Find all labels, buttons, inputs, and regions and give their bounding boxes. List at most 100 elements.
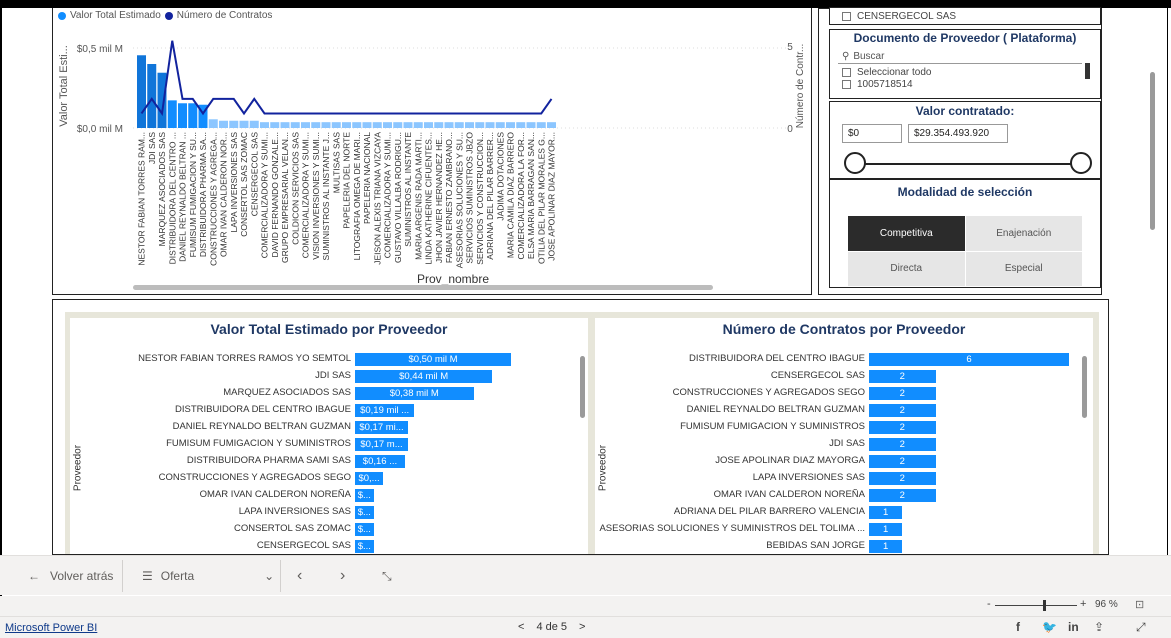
bar-4[interactable] (178, 103, 187, 128)
bar[interactable]: 2 (869, 455, 936, 468)
bar-22[interactable] (362, 122, 372, 128)
bar[interactable]: 6 (869, 353, 1069, 366)
bar-8[interactable] (219, 120, 228, 128)
bar-10[interactable] (239, 120, 249, 128)
bar-23[interactable] (372, 122, 382, 128)
bar[interactable]: 2 (869, 404, 936, 417)
bar-13[interactable] (270, 122, 280, 128)
bar-19[interactable] (331, 122, 341, 128)
max-value-input[interactable]: $29.354.493.920 (908, 124, 1008, 143)
facebook-icon[interactable]: f (1016, 620, 1020, 634)
bar-18[interactable] (321, 122, 331, 128)
bar-33[interactable] (475, 122, 485, 128)
bar[interactable]: $... (355, 506, 374, 519)
bar-16[interactable] (301, 122, 310, 128)
bar-29[interactable] (434, 122, 444, 128)
bar-9[interactable] (229, 120, 239, 128)
bar[interactable]: $... (355, 540, 374, 553)
bar[interactable]: $0,17 m... (355, 438, 409, 451)
search-input[interactable]: Buscar (853, 51, 884, 62)
zoom-in-button[interactable]: + (1080, 598, 1086, 610)
share-icon[interactable]: ⇪ (1094, 620, 1104, 634)
bar[interactable]: $0,38 mil M (355, 387, 474, 400)
bar[interactable]: $0,17 mi... (355, 421, 409, 434)
bar-27[interactable] (413, 122, 423, 128)
bar[interactable]: $0,50 mil M (355, 353, 511, 366)
bar[interactable]: $0,... (355, 472, 384, 485)
bar-15[interactable] (290, 122, 300, 128)
line-series-contratos[interactable] (140, 40, 553, 117)
bar-17[interactable] (311, 122, 321, 128)
mod-button-directa[interactable]: Directa (848, 251, 965, 286)
expand-icon[interactable]: ⤡ (382, 556, 392, 596)
chart-scrollbar[interactable] (580, 356, 585, 418)
bar-36[interactable] (506, 122, 515, 128)
zoom-slider-track[interactable] (995, 605, 1077, 606)
bar[interactable]: $... (355, 489, 374, 502)
next-page-button[interactable]: › (340, 556, 345, 596)
checkbox[interactable] (842, 67, 851, 77)
bar-40[interactable] (547, 122, 556, 128)
bar[interactable]: 2 (869, 387, 936, 400)
bar-34[interactable] (485, 122, 495, 128)
bar[interactable]: $0,44 mil M (355, 370, 493, 383)
bar-11[interactable] (249, 120, 259, 128)
prev-page-button[interactable]: ‹ (297, 556, 302, 596)
bar[interactable]: $... (355, 523, 374, 536)
bar-5[interactable] (188, 103, 198, 128)
bar-31[interactable] (454, 122, 464, 128)
min-value-input[interactable]: $0 (842, 124, 902, 143)
combo-chart-proveedores[interactable]: Valor Total Estimado Número de Contratos… (52, 8, 812, 295)
bar-7[interactable] (208, 119, 218, 128)
chart-horizontal-scrollbar[interactable] (133, 285, 713, 290)
chart-scrollbar[interactable] (1082, 356, 1087, 418)
bar-21[interactable] (352, 122, 362, 128)
bar-12[interactable] (260, 122, 269, 128)
bar-20[interactable] (342, 122, 351, 128)
mod-button-enajenacion[interactable]: Enajenación (965, 216, 1082, 251)
mod-button-especial[interactable]: Especial (965, 251, 1082, 286)
back-button[interactable]: ← Volver atrás (28, 556, 113, 596)
bar-28[interactable] (424, 122, 433, 128)
slicer-scrollbar[interactable] (1085, 63, 1090, 79)
bar[interactable]: 1 (869, 540, 903, 553)
checkbox[interactable] (842, 79, 851, 89)
bar-14[interactable] (280, 122, 290, 128)
bar-chart-contratos-por-proveedor[interactable]: Número de Contratos por Proveedor Provee… (595, 318, 1093, 554)
slicer-search[interactable]: ⚲ Buscar (830, 49, 1100, 63)
bar-39[interactable] (536, 122, 546, 128)
slicer-item-censergecol[interactable]: CENSERGECOL SAS (830, 10, 1100, 22)
bar[interactable]: 2 (869, 421, 936, 434)
bar-0[interactable] (137, 55, 146, 128)
bar[interactable]: $0,19 mil ... (355, 404, 415, 417)
bar[interactable]: 1 (869, 523, 903, 536)
bar[interactable]: 2 (869, 370, 936, 383)
bar-30[interactable] (444, 122, 454, 128)
bar-37[interactable] (516, 122, 526, 128)
bar[interactable]: 2 (869, 472, 936, 485)
bar-2[interactable] (157, 72, 167, 128)
range-slider-min-handle[interactable] (844, 152, 866, 174)
slicer-select-all[interactable]: Seleccionar todo (830, 66, 1100, 78)
bar-38[interactable] (526, 122, 536, 128)
pager-next-button[interactable]: > (579, 621, 585, 633)
zoom-slider-handle[interactable] (1043, 600, 1046, 611)
bar-25[interactable] (393, 122, 403, 128)
range-slider-track[interactable] (858, 163, 1088, 165)
bar[interactable]: 2 (869, 489, 936, 502)
bar[interactable]: 1 (869, 506, 903, 519)
bar-26[interactable] (403, 122, 413, 128)
fullscreen-icon[interactable]: ⤢ (1136, 620, 1146, 635)
bar-chart-valor-por-proveedor[interactable]: Valor Total Estimado por Proveedor Prove… (70, 318, 588, 554)
linkedin-icon[interactable]: in (1068, 620, 1079, 634)
slicer-item-doc[interactable]: 1005718514 (830, 78, 1100, 90)
bar-1[interactable] (147, 64, 157, 128)
mod-button-competitiva[interactable]: Competitiva (848, 216, 965, 251)
pager-prev-button[interactable]: < (518, 621, 524, 633)
bar-3[interactable] (167, 100, 177, 128)
page-vertical-scrollbar[interactable] (1150, 72, 1155, 230)
twitter-icon[interactable]: 🐦 (1042, 620, 1057, 634)
bar[interactable]: $0,16 ... (355, 455, 405, 468)
fit-page-icon[interactable]: ⊡ (1135, 598, 1144, 611)
bar-35[interactable] (495, 122, 505, 128)
